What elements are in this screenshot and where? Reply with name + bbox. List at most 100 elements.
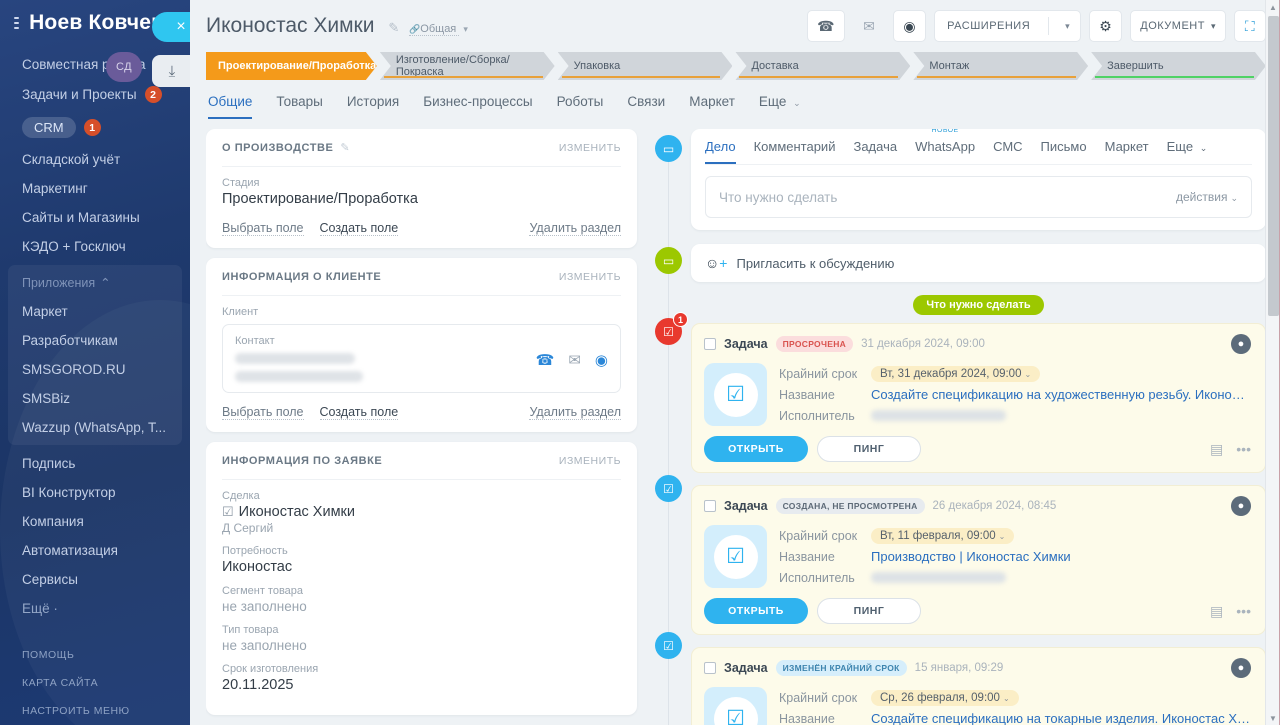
- document-button[interactable]: ДОКУМЕНТ ▾: [1130, 10, 1226, 42]
- card-edit-link[interactable]: изменить: [559, 142, 621, 154]
- more-options-icon[interactable]: •••: [1236, 603, 1251, 619]
- edit-pencil-icon[interactable]: ✎: [340, 141, 349, 154]
- select-field-link[interactable]: Выбрать поле: [222, 405, 304, 420]
- tab-more[interactable]: Еще ⌄: [759, 94, 801, 119]
- tab-market[interactable]: Маркет: [689, 94, 735, 119]
- sidebar-item-crm[interactable]: CRM 1: [0, 110, 190, 145]
- select-field-link[interactable]: Выбрать поле: [222, 221, 304, 236]
- avatar[interactable]: ●: [1231, 496, 1251, 516]
- task-card[interactable]: Задача ИЗМЕНЁН КРАЙНИЙ СРОК 15 января, 0…: [691, 647, 1266, 725]
- deadline-chip[interactable]: Вт, 31 декабря 2024, 09:00 ⌄: [871, 365, 1041, 382]
- sidebar-item-wazzup[interactable]: Wazzup (WhatsApp, T...: [8, 413, 182, 442]
- sidebar-item-services[interactable]: Сервисы: [0, 565, 190, 594]
- email-button[interactable]: ✉: [853, 10, 885, 42]
- menu-burger-icon[interactable]: [14, 17, 20, 29]
- composer-tab-more[interactable]: Еще ⌄: [1167, 129, 1208, 164]
- stage-packaging[interactable]: Упаковка: [558, 52, 733, 80]
- edit-pencil-icon[interactable]: ✎: [388, 20, 399, 35]
- composer-tab-deal[interactable]: Дело: [705, 129, 736, 164]
- composer-tab-email[interactable]: Письмо: [1041, 129, 1087, 164]
- task-checkbox[interactable]: [704, 338, 716, 350]
- sidebar-item-marketing[interactable]: Маркетинг: [0, 174, 190, 203]
- call-button[interactable]: ☎: [807, 10, 846, 42]
- chat-button[interactable]: ◉: [893, 10, 927, 42]
- overlay-collapse-button[interactable]: ⤓: [152, 55, 190, 87]
- composer-input[interactable]: Что нужно сделать действия ⌄: [705, 176, 1252, 218]
- chat-bubble-icon[interactable]: ◉: [595, 351, 608, 369]
- sidebar-link-help[interactable]: ПОМОЩЬ: [0, 641, 190, 669]
- avatar[interactable]: ●: [1231, 658, 1251, 678]
- sidebar-link-sitemap[interactable]: КАРТА САЙТА: [0, 669, 190, 697]
- card-edit-link[interactable]: изменить: [559, 271, 621, 283]
- sidebar-item-kedo[interactable]: КЭДО + Госключ: [0, 232, 190, 261]
- stage-finish[interactable]: Завершить: [1091, 52, 1266, 80]
- phone-icon[interactable]: ☎: [536, 351, 555, 369]
- tab-robots[interactable]: Роботы: [557, 94, 604, 119]
- deadline-chip[interactable]: Вт, 11 февраля, 09:00 ⌄: [871, 527, 1015, 544]
- tab-history[interactable]: История: [347, 94, 399, 119]
- more-options-icon[interactable]: •••: [1236, 441, 1251, 457]
- sidebar-item-smsbiz[interactable]: SMSBiz: [8, 384, 182, 413]
- task-title-link[interactable]: Производство | Иконостас Химки: [871, 549, 1071, 564]
- deadline-chip[interactable]: Ср, 26 февраля, 09:00 ⌄: [871, 689, 1019, 706]
- composer-tab-task[interactable]: Задача: [853, 129, 897, 164]
- vertical-scrollbar[interactable]: ▲ ▼: [1265, 0, 1280, 725]
- sidebar-item-sites[interactable]: Сайты и Магазины: [0, 203, 190, 232]
- avatar[interactable]: ●: [1231, 334, 1251, 354]
- tab-business-processes[interactable]: Бизнес-процессы: [423, 94, 532, 119]
- delete-section-link[interactable]: Удалить раздел: [529, 405, 621, 420]
- stage-delivery[interactable]: Доставка: [735, 52, 910, 80]
- invite-to-discussion[interactable]: ☺+ Пригласить к обсуждению: [691, 244, 1266, 282]
- chevron-down-icon[interactable]: ▾: [1055, 10, 1080, 42]
- open-button[interactable]: ОТКРЫТЬ: [704, 598, 808, 624]
- task-card[interactable]: Задача ПРОСРОЧЕНА 31 декабря 2024, 09:00…: [691, 323, 1266, 473]
- tab-products[interactable]: Товары: [276, 94, 322, 119]
- task-title-link[interactable]: Создайте спецификацию на токарные издели…: [871, 711, 1251, 725]
- settings-button[interactable]: ⚙: [1089, 10, 1123, 42]
- note-icon[interactable]: ▤: [1210, 603, 1223, 620]
- sidebar-item-developers[interactable]: Разработчикам: [8, 326, 182, 355]
- task-title-link[interactable]: Создайте спецификацию на художественную …: [871, 387, 1251, 402]
- open-button[interactable]: ОТКРЫТЬ: [704, 436, 808, 462]
- task-checkbox[interactable]: [704, 662, 716, 674]
- scroll-up-arrow[interactable]: ▲: [1266, 0, 1280, 14]
- create-field-link[interactable]: Создать поле: [319, 405, 399, 420]
- task-card[interactable]: Задача СОЗДАНА, НЕ ПРОСМОТРЕНА 26 декабр…: [691, 485, 1266, 635]
- contact-card[interactable]: Контакт ☎ ✉ ◉: [222, 324, 621, 393]
- note-icon[interactable]: ▤: [1210, 441, 1223, 458]
- sidebar-item-market[interactable]: Маркет: [8, 297, 182, 326]
- sidebar-item-bi[interactable]: BI Конструктор: [0, 478, 190, 507]
- sidebar-item-automation[interactable]: Автоматизация: [0, 536, 190, 565]
- sidebar-section-apps[interactable]: Приложения ⌃: [8, 268, 182, 297]
- task-checkbox[interactable]: [704, 500, 716, 512]
- scrollbar-thumb[interactable]: [1268, 16, 1279, 316]
- stage-design[interactable]: Проектирование/Проработка: [206, 52, 377, 80]
- delete-section-link[interactable]: Удалить раздел: [529, 221, 621, 236]
- extensions-button[interactable]: РАСШИРЕНИЯ ▾: [934, 10, 1082, 42]
- sidebar-item-company[interactable]: Компания: [0, 507, 190, 536]
- sidebar-item-warehouse[interactable]: Складской учёт: [0, 145, 190, 174]
- create-field-link[interactable]: Создать поле: [319, 221, 399, 236]
- sidebar-link-configure-menu[interactable]: НАСТРОИТЬ МЕНЮ: [0, 697, 190, 725]
- stage-manufacturing[interactable]: Изготовление/Сборка/Покраска: [380, 52, 555, 80]
- composer-tab-sms[interactable]: СМС: [993, 129, 1022, 164]
- tab-links[interactable]: Связи: [627, 94, 665, 119]
- composer-tab-market[interactable]: Маркет: [1105, 129, 1149, 164]
- field-value[interactable]: ☑ Иконостас Химки: [222, 504, 621, 520]
- mail-icon[interactable]: ✉: [568, 351, 581, 369]
- fullscreen-button[interactable]: ⛶: [1234, 10, 1266, 42]
- card-edit-link[interactable]: изменить: [559, 455, 621, 467]
- sidebar-item-more[interactable]: Ещё ·: [0, 594, 190, 623]
- composer-tab-comment[interactable]: Комментарий: [754, 129, 836, 164]
- sidebar-item-smsgorod[interactable]: SMSGOROD.RU: [8, 355, 182, 384]
- composer-tab-whatsapp[interactable]: НОВОЕ WhatsApp: [915, 129, 975, 164]
- ping-button[interactable]: ПИНГ: [817, 436, 921, 462]
- composer-actions-dropdown[interactable]: действия ⌄: [1176, 190, 1238, 204]
- stage-installation[interactable]: Монтаж: [913, 52, 1088, 80]
- scroll-down-arrow[interactable]: ▼: [1266, 711, 1280, 725]
- sidebar-item-signature[interactable]: Подпись: [0, 449, 190, 478]
- ping-button[interactable]: ПИНГ: [817, 598, 921, 624]
- chevron-down-icon[interactable]: ▾: [463, 24, 468, 34]
- overlay-close-button[interactable]: ×: [152, 12, 190, 42]
- tab-general[interactable]: Общие: [208, 94, 253, 119]
